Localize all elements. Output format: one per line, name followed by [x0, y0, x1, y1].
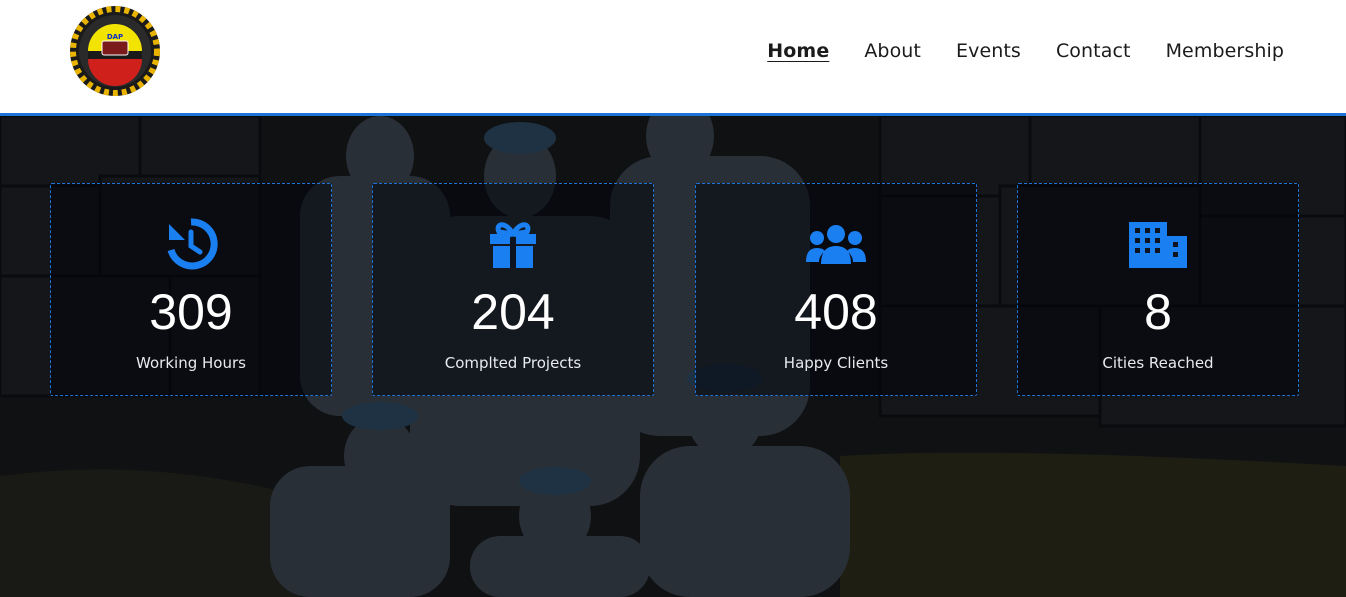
party-logo-icon[interactable]: DAP [64, 5, 166, 97]
stat-value: 204 [471, 284, 555, 340]
stats-hero: 309 Working Hours 204 Complted Projects [0, 116, 1346, 597]
site-header: DAP Home About Events Contact Membership [0, 0, 1346, 116]
nav-membership[interactable]: Membership [1166, 40, 1284, 62]
stat-value: 408 [794, 284, 878, 340]
stat-value: 8 [1144, 284, 1172, 340]
stat-label: Complted Projects [444, 354, 582, 372]
stat-card-completed-projects: 204 Complted Projects [372, 183, 654, 396]
nav-events[interactable]: Events [956, 40, 1021, 62]
stats-row: 309 Working Hours 204 Complted Projects [50, 183, 1299, 396]
stat-card-happy-clients: 408 Happy Clients [695, 183, 977, 396]
stat-card-cities-reached: 8 Cities Reached [1017, 183, 1299, 396]
logo-text: DAP [107, 33, 123, 41]
main-nav: Home About Events Contact Membership [767, 40, 1284, 62]
stat-label: Cities Reached [1102, 354, 1214, 372]
nav-contact[interactable]: Contact [1056, 40, 1131, 62]
history-icon [167, 218, 218, 270]
stat-label: Working Hours [136, 354, 246, 372]
stat-value: 309 [149, 284, 233, 340]
stat-card-working-hours: 309 Working Hours [50, 183, 332, 396]
nav-home[interactable]: Home [767, 40, 829, 62]
gift-icon [490, 222, 536, 268]
stat-label: Happy Clients [783, 354, 889, 372]
users-icon [806, 225, 866, 264]
nav-about[interactable]: About [864, 40, 921, 62]
building-icon [1129, 222, 1187, 268]
